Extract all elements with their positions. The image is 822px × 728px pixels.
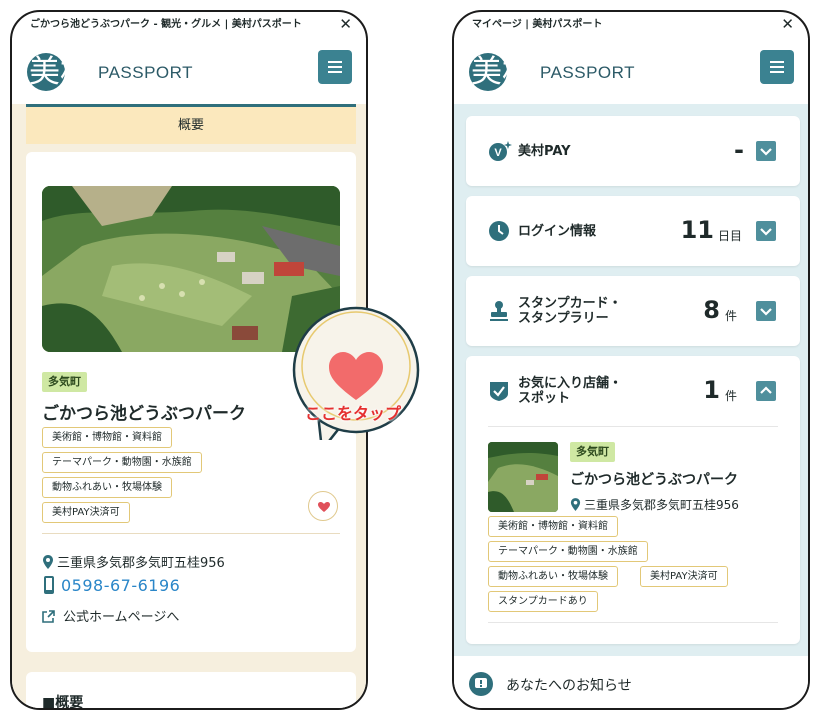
category-tag[interactable]: 動物ふれあい・牧場体験: [488, 566, 618, 587]
svg-text:V: V: [494, 147, 502, 159]
category-tag[interactable]: 美術館・博物館・資料館: [42, 427, 172, 448]
overview-section: ■概要: [26, 672, 356, 710]
notice-label: あなたへのお知らせ: [506, 678, 632, 694]
pay-icon: V: [489, 141, 512, 161]
favorite-spot-photo[interactable]: [488, 442, 558, 512]
window-title: ごかつら池どうぶつパーク - 観光・グルメ | 美村パスポート: [30, 19, 302, 30]
category-tag[interactable]: スタンプカードあり: [488, 591, 598, 612]
category-tag[interactable]: 美術館・博物館・資料館: [488, 516, 618, 537]
row-label: スタンプカード・ スタンプラリー: [518, 296, 622, 326]
menu-button[interactable]: [318, 50, 352, 84]
divider: [488, 426, 778, 427]
mypage-content: V 美村PAY - ログイン情報 11 日目 スタンプカード・ スタンプラリー …: [454, 104, 808, 656]
close-icon[interactable]: ✕: [339, 12, 352, 36]
favorite-address: 三重県多気郡多気町五桂956: [584, 498, 739, 512]
row-value: 1: [703, 376, 720, 404]
favorite-address-row: 三重県多気郡多気町五桂956: [570, 496, 739, 513]
row-label: ログイン情報: [518, 224, 597, 239]
address-text: 三重県多気郡多気町五桂956: [57, 556, 225, 571]
stamp-card-row[interactable]: スタンプカード・ スタンプラリー 8 件: [466, 276, 800, 346]
address-row: 三重県多気郡多気町五桂956: [42, 552, 225, 571]
site-header: 美村 PASSPORT: [454, 38, 808, 104]
category-tag[interactable]: テーマパーク・動物園・水族館: [488, 541, 648, 562]
menu-icon: [328, 61, 342, 63]
town-tag: 多気町: [42, 372, 87, 392]
chevron-down-icon[interactable]: [756, 221, 776, 241]
login-info-row[interactable]: ログイン情報 11 日目: [466, 196, 800, 266]
aerial-photo-thumbnail: [488, 442, 558, 512]
spot-name: ごかつら池どうぶつパーク: [42, 404, 246, 424]
notice-row[interactable]: あなたへのお知らせ: [454, 656, 808, 708]
location-pin-icon: [570, 498, 581, 511]
row-unit: 件: [725, 389, 738, 403]
notice-icon: [469, 672, 493, 696]
category-tag[interactable]: 美村PAY決済可: [42, 502, 130, 523]
row-value: -: [734, 136, 744, 164]
favorites-row: お気に入り店舗・ スポット 1 件 多気町 ごかつら池どうぶつパーク 三重県多気…: [466, 356, 800, 644]
check-shield-icon: [490, 382, 508, 401]
row-unit: 件: [725, 309, 738, 323]
town-tag: 多気町: [570, 442, 615, 462]
divider: [42, 533, 340, 534]
chevron-down-icon[interactable]: [756, 141, 776, 161]
clock-icon: [489, 221, 509, 241]
favorite-spot-name[interactable]: ごかつら池どうぶつパーク: [570, 469, 738, 489]
close-icon[interactable]: ✕: [781, 12, 794, 36]
external-link-icon: [42, 610, 55, 623]
row-label: お気に入り店舗・ スポット: [518, 376, 623, 406]
chevron-up-icon[interactable]: [756, 381, 776, 401]
phone-icon: [44, 576, 54, 594]
menu-icon: [770, 61, 784, 63]
site-header: 美村 PASSPORT: [12, 38, 366, 104]
pay-row[interactable]: V 美村PAY -: [466, 116, 800, 186]
window-title-bar: マイページ | 美村パスポート ✕: [454, 12, 808, 38]
location-pin-icon: [43, 555, 53, 569]
mypage-screen: マイページ | 美村パスポート ✕ 美村 PASSPORT V 美村PAY - …: [452, 10, 810, 710]
menu-button[interactable]: [760, 50, 794, 84]
stamp-icon: [490, 301, 508, 321]
tap-here-callout: ここをタップ: [304, 404, 401, 423]
logo-text: PASSPORT: [98, 63, 194, 82]
logo-text: PASSPORT: [540, 63, 636, 82]
phone-link[interactable]: 0598-67-6196: [61, 576, 180, 595]
phone-row[interactable]: 0598-67-6196: [42, 576, 180, 595]
category-tag[interactable]: テーマパーク・動物園・水族館: [42, 452, 202, 473]
chevron-down-icon[interactable]: [756, 301, 776, 321]
window-title-bar: ごかつら池どうぶつパーク - 観光・グルメ | 美村パスポート ✕: [12, 12, 366, 38]
category-tag[interactable]: 動物ふれあい・牧場体験: [42, 477, 172, 498]
logo-kanji: 美村: [29, 54, 91, 90]
tab-overview[interactable]: 概要: [26, 104, 356, 144]
window-title: マイページ | 美村パスポート: [472, 19, 603, 30]
favorite-button[interactable]: [308, 491, 338, 521]
row-value: 11: [680, 216, 714, 244]
heart-icon: [318, 502, 330, 512]
logo-kanji: 美村: [471, 54, 533, 90]
row-unit: 日目: [718, 229, 743, 243]
row-label: 美村PAY: [518, 144, 571, 159]
homepage-row[interactable]: 公式ホームページへ: [42, 606, 179, 625]
row-value: 8: [703, 296, 720, 324]
section-title: ■概要: [42, 695, 84, 710]
homepage-link[interactable]: 公式ホームページへ: [63, 610, 179, 625]
divider: [488, 622, 778, 623]
category-tag[interactable]: 美村PAY決済可: [640, 566, 728, 587]
